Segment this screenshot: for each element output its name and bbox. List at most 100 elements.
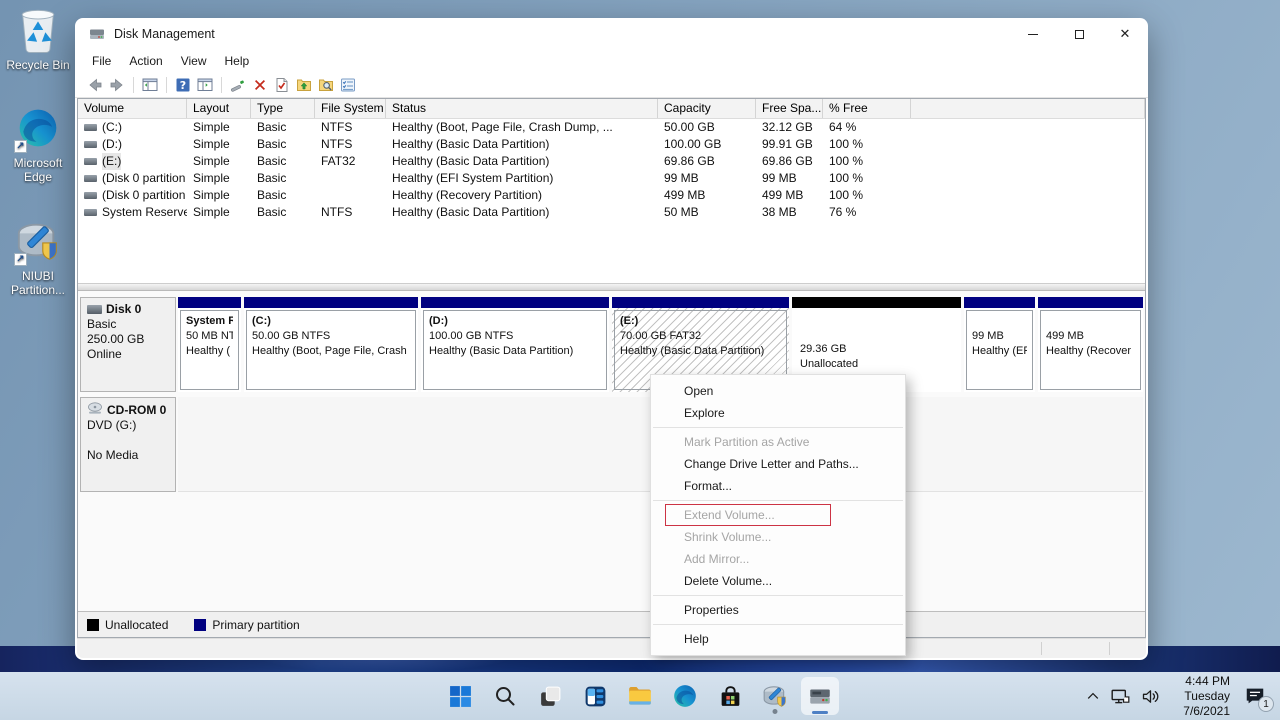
disk-icon [87, 305, 102, 314]
taskbar-edge-button[interactable] [666, 677, 704, 715]
volume-icon [84, 141, 97, 148]
context-menu-properties[interactable]: Properties [651, 599, 905, 621]
volume-icon [84, 175, 97, 182]
volume-row-c[interactable]: (C:)SimpleBasicNTFSHealthy (Boot, Page F… [78, 119, 1145, 136]
context-menu-shrink-volume: Shrink Volume... [651, 526, 905, 548]
menu-separator [653, 624, 903, 625]
column-header-volume[interactable]: Volume [78, 99, 187, 118]
partition-type-strip [792, 297, 961, 308]
taskbar-file-explorer-button[interactable] [621, 677, 659, 715]
maximize-button[interactable] [1056, 18, 1102, 50]
column-header-free-spa[interactable]: Free Spa... [756, 99, 823, 118]
clock-date: 7/6/2021 [1170, 704, 1230, 719]
cdrom-info-panel[interactable]: CD-ROM 0 DVD (G:) No Media [80, 397, 176, 492]
volume-row-disk-0-partition-3[interactable]: (Disk 0 partition 3)SimpleBasicHealthy (… [78, 170, 1145, 187]
column-header-file-system[interactable]: File System [315, 99, 386, 118]
partition-healthy-ef[interactable]: 99 MBHealthy (EF [964, 297, 1035, 392]
notification-center-button[interactable]: 1 [1239, 680, 1271, 712]
desktop-icon-niubi-partition[interactable]: ↗ NIUBI Partition... [2, 215, 74, 297]
minimize-icon [1028, 34, 1038, 35]
toolbar-separator [133, 77, 134, 93]
maximize-icon [1075, 30, 1084, 39]
toolbar-separator [221, 77, 222, 93]
partition-type-strip [178, 297, 241, 308]
column-header-free[interactable]: % Free [823, 99, 911, 118]
disk0-info-panel[interactable]: Disk 0 Basic 250.00 GB Online [80, 297, 176, 392]
back-icon[interactable] [84, 74, 106, 96]
properties-list-icon[interactable] [337, 74, 359, 96]
volume-row-disk-0-partition-4[interactable]: (Disk 0 partition 4)SimpleBasicHealthy (… [78, 187, 1145, 204]
recycle-bin-icon [13, 4, 63, 56]
column-header-status[interactable]: Status [386, 99, 658, 118]
folder-search-icon[interactable] [315, 74, 337, 96]
taskbar-widgets-button[interactable] [576, 677, 614, 715]
shortcut-arrow-icon: ↗ [14, 253, 27, 266]
clock-day: Tuesday [1170, 689, 1230, 704]
volume-icon [84, 192, 97, 199]
taskbar-store-button[interactable] [711, 677, 749, 715]
partition-healthy-recover[interactable]: 499 MBHealthy (Recover [1038, 297, 1143, 392]
volume-row-system-reserved[interactable]: System ReservedSimpleBasicNTFSHealthy (B… [78, 204, 1145, 221]
menubar: FileActionViewHelp [75, 50, 1148, 72]
volume-row-e[interactable]: (E:)SimpleBasicFAT32Healthy (Basic Data … [78, 153, 1145, 170]
desktop-icon-microsoft-edge[interactable]: ↗ Microsoft Edge [2, 102, 74, 184]
context-menu-delete-volume[interactable]: Delete Volume... [651, 570, 905, 592]
splitter-handle[interactable] [78, 283, 1145, 291]
clock-time: 4:44 PM [1170, 674, 1230, 689]
context-menu-open[interactable]: Open [651, 380, 905, 402]
tray-clock[interactable]: 4:44 PM Tuesday 7/6/2021 [1170, 674, 1230, 719]
volume-icon[interactable] [1140, 686, 1161, 707]
folder-up-icon[interactable] [293, 74, 315, 96]
statusbar-divider [1109, 642, 1110, 655]
partition-system-r[interactable]: System R50 MB NTHealthy ( [178, 297, 241, 392]
disk-management-window: Disk Management ✕ FileActionViewHelp ? V… [75, 18, 1148, 660]
cdrom-media-status: No Media [87, 448, 169, 463]
volume-row-d[interactable]: (D:)SimpleBasicNTFSHealthy (Basic Data P… [78, 136, 1145, 153]
check-document-icon[interactable] [271, 74, 293, 96]
column-header-blank[interactable] [911, 99, 1145, 118]
taskbar-start-button[interactable] [441, 677, 479, 715]
titlebar[interactable]: Disk Management ✕ [75, 18, 1148, 50]
menu-help[interactable]: Help [216, 51, 259, 71]
toolbar-separator [166, 77, 167, 93]
context-menu-help[interactable]: Help [651, 628, 905, 650]
system-tray: 4:44 PM Tuesday 7/6/2021 1 [1085, 672, 1276, 720]
cdrom-row: CD-ROM 0 DVD (G:) No Media [80, 397, 1143, 492]
tray-chevron-icon[interactable] [1085, 688, 1101, 704]
rescan-wand-icon[interactable] [227, 74, 249, 96]
taskbar-icons [441, 672, 839, 720]
forward-icon[interactable] [106, 74, 128, 96]
menu-action[interactable]: Action [120, 51, 171, 71]
help-icon[interactable]: ? [172, 74, 194, 96]
delete-red-x-icon[interactable] [249, 74, 271, 96]
column-header-layout[interactable]: Layout [187, 99, 251, 118]
close-button[interactable]: ✕ [1102, 18, 1148, 50]
taskbar-task-view-button[interactable] [531, 677, 569, 715]
context-menu-format[interactable]: Format... [651, 475, 905, 497]
menu-file[interactable]: File [83, 51, 120, 71]
network-icon[interactable] [1110, 686, 1131, 707]
desktop-icon-recycle-bin[interactable]: Recycle Bin [2, 4, 74, 72]
partition-c[interactable]: (C:)50.00 GB NTFSHealthy (Boot, Page Fil… [244, 297, 418, 392]
cdrom-name: CD-ROM 0 [107, 403, 166, 418]
edge-icon: ↗ [13, 102, 63, 154]
context-menu-change-drive-letter-and-paths[interactable]: Change Drive Letter and Paths... [651, 453, 905, 475]
partition-d[interactable]: (D:)100.00 GB NTFSHealthy (Basic Data Pa… [421, 297, 609, 392]
console-tree-icon[interactable] [139, 74, 161, 96]
context-menu-explore[interactable]: Explore [651, 402, 905, 424]
minimize-button[interactable] [1010, 18, 1056, 50]
statusbar-divider [1041, 642, 1042, 655]
volume-list-body: (C:)SimpleBasicNTFSHealthy (Boot, Page F… [78, 119, 1145, 283]
cdrom-icon [87, 402, 103, 418]
close-icon: ✕ [1120, 26, 1131, 42]
taskbar-disk-management-button[interactable] [801, 677, 839, 715]
taskbar-search-button[interactable] [486, 677, 524, 715]
taskbar-niubi-button[interactable] [756, 677, 794, 715]
disk0-row: Disk 0 Basic 250.00 GB Online System R50… [80, 297, 1143, 392]
console-play-icon[interactable] [194, 74, 216, 96]
column-header-capacity[interactable]: Capacity [658, 99, 756, 118]
volume-icon [84, 209, 97, 216]
taskbar: 4:44 PM Tuesday 7/6/2021 1 [0, 672, 1280, 720]
menu-view[interactable]: View [172, 51, 216, 71]
column-header-type[interactable]: Type [251, 99, 315, 118]
